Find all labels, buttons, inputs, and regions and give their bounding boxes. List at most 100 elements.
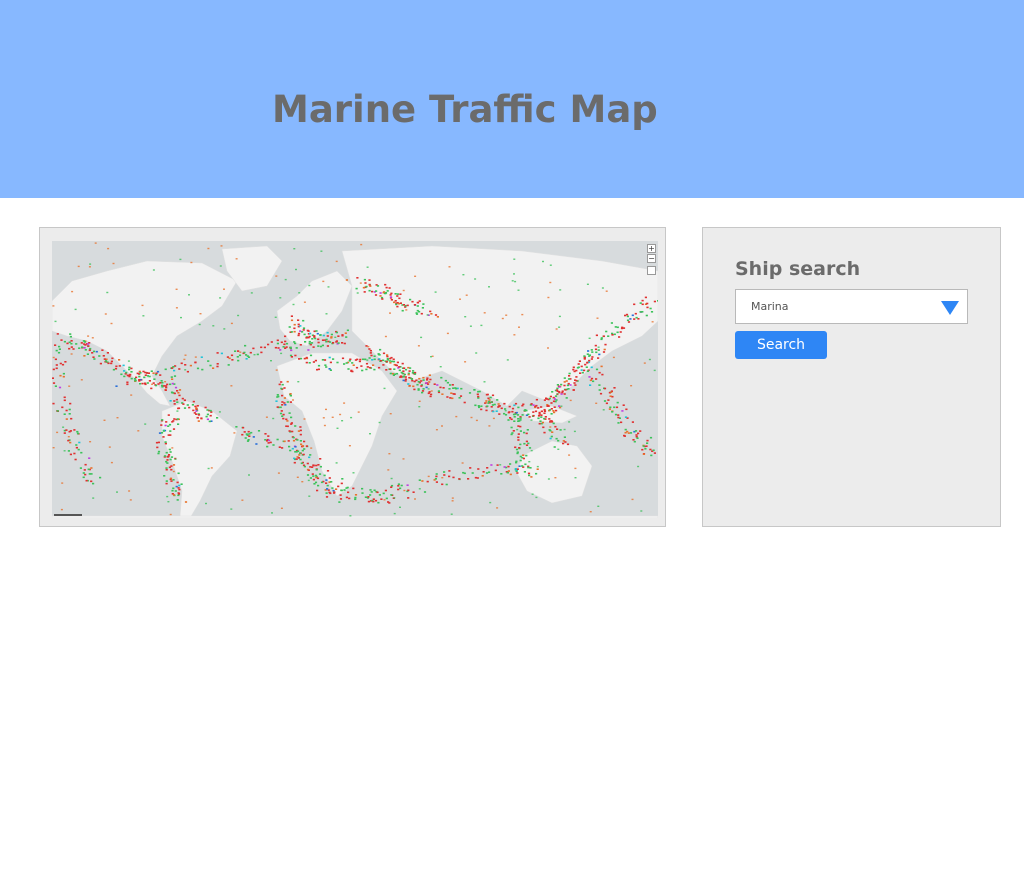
ship-marker[interactable]: [71, 290, 74, 293]
ship-marker[interactable]: [588, 376, 591, 378]
ship-marker[interactable]: [206, 409, 209, 411]
ship-marker[interactable]: [550, 408, 553, 410]
ship-marker[interactable]: [396, 305, 399, 308]
ship-marker[interactable]: [598, 371, 601, 374]
ship-marker[interactable]: [52, 377, 54, 379]
ship-marker[interactable]: [492, 417, 495, 420]
ship-marker[interactable]: [293, 461, 296, 464]
ship-marker[interactable]: [127, 360, 130, 362]
ship-marker[interactable]: [530, 403, 533, 405]
ship-marker[interactable]: [420, 385, 423, 387]
ship-marker[interactable]: [608, 408, 611, 410]
ship-marker[interactable]: [280, 352, 283, 355]
ship-marker[interactable]: [613, 387, 616, 389]
ship-marker[interactable]: [594, 344, 597, 347]
ship-marker[interactable]: [427, 475, 430, 478]
ship-marker[interactable]: [553, 406, 556, 408]
ship-marker[interactable]: [610, 322, 613, 324]
ship-marker[interactable]: [312, 361, 315, 363]
ship-marker[interactable]: [179, 258, 182, 261]
ship-marker[interactable]: [448, 475, 451, 478]
ship-marker[interactable]: [548, 397, 551, 400]
ship-marker[interactable]: [304, 341, 307, 343]
ship-marker[interactable]: [486, 393, 489, 396]
ship-marker[interactable]: [299, 325, 302, 327]
ship-marker[interactable]: [306, 468, 310, 471]
ship-marker[interactable]: [386, 359, 389, 361]
ship-marker[interactable]: [359, 358, 362, 361]
ship-marker[interactable]: [378, 494, 381, 496]
ship-marker[interactable]: [386, 355, 389, 358]
ship-marker[interactable]: [511, 432, 514, 434]
ship-marker[interactable]: [519, 443, 522, 446]
ship-marker[interactable]: [395, 303, 398, 306]
ship-marker[interactable]: [394, 364, 397, 366]
ship-marker[interactable]: [441, 483, 444, 486]
ship-marker[interactable]: [346, 329, 349, 332]
ship-marker[interactable]: [551, 391, 554, 393]
ship-marker[interactable]: [598, 353, 601, 356]
ship-marker[interactable]: [448, 266, 451, 268]
ship-marker[interactable]: [328, 368, 331, 370]
ship-marker[interactable]: [505, 314, 508, 316]
ship-marker[interactable]: [485, 400, 488, 402]
ship-marker[interactable]: [547, 347, 549, 349]
ship-marker[interactable]: [462, 471, 465, 474]
ship-marker[interactable]: [107, 247, 110, 250]
ship-marker[interactable]: [279, 349, 282, 351]
ship-marker[interactable]: [189, 364, 192, 367]
ship-marker[interactable]: [163, 385, 166, 387]
ship-marker[interactable]: [175, 307, 178, 309]
ship-marker[interactable]: [624, 431, 627, 434]
ship-marker[interactable]: [622, 327, 626, 329]
ship-marker[interactable]: [52, 447, 55, 449]
ship-marker[interactable]: [62, 375, 65, 378]
ship-marker[interactable]: [305, 337, 308, 339]
ship-marker[interactable]: [635, 316, 638, 319]
ship-marker[interactable]: [164, 424, 167, 427]
ship-marker[interactable]: [551, 431, 554, 433]
ship-marker[interactable]: [549, 437, 552, 440]
ship-marker[interactable]: [294, 354, 297, 357]
ship-marker[interactable]: [401, 362, 404, 365]
ship-marker[interactable]: [92, 482, 95, 485]
ship-marker[interactable]: [283, 343, 286, 346]
ship-marker[interactable]: [525, 454, 528, 457]
ship-marker[interactable]: [301, 481, 304, 483]
ship-marker[interactable]: [184, 369, 187, 371]
ship-marker[interactable]: [529, 467, 532, 469]
ship-marker[interactable]: [288, 412, 291, 414]
ship-marker[interactable]: [263, 346, 266, 349]
ship-marker[interactable]: [52, 368, 55, 371]
ship-marker[interactable]: [307, 349, 310, 351]
ship-marker[interactable]: [532, 411, 535, 413]
ship-marker[interactable]: [88, 457, 91, 459]
ship-marker[interactable]: [556, 384, 559, 386]
ship-marker[interactable]: [449, 384, 452, 386]
ship-marker[interactable]: [519, 417, 522, 419]
ship-marker[interactable]: [223, 328, 226, 330]
ship-marker[interactable]: [404, 368, 408, 371]
ship-marker[interactable]: [126, 381, 129, 384]
ship-marker[interactable]: [288, 326, 291, 328]
ship-marker[interactable]: [302, 319, 305, 322]
ship-marker[interactable]: [330, 333, 333, 336]
ship-marker[interactable]: [198, 323, 201, 326]
ship-marker[interactable]: [170, 376, 173, 378]
ship-marker[interactable]: [464, 316, 467, 318]
ship-marker[interactable]: [302, 327, 306, 329]
ship-marker[interactable]: [390, 494, 393, 496]
ship-marker[interactable]: [363, 291, 366, 293]
ship-marker[interactable]: [281, 404, 284, 406]
ship-marker[interactable]: [537, 407, 540, 409]
ship-marker[interactable]: [380, 498, 383, 500]
ship-marker[interactable]: [150, 370, 153, 372]
ship-marker[interactable]: [74, 308, 77, 311]
ship-marker[interactable]: [295, 347, 298, 349]
ship-marker[interactable]: [555, 328, 558, 330]
ship-marker[interactable]: [464, 361, 467, 363]
ship-marker[interactable]: [323, 474, 326, 477]
ship-marker[interactable]: [430, 393, 433, 396]
ship-marker[interactable]: [547, 478, 550, 480]
ship-marker[interactable]: [490, 464, 493, 466]
